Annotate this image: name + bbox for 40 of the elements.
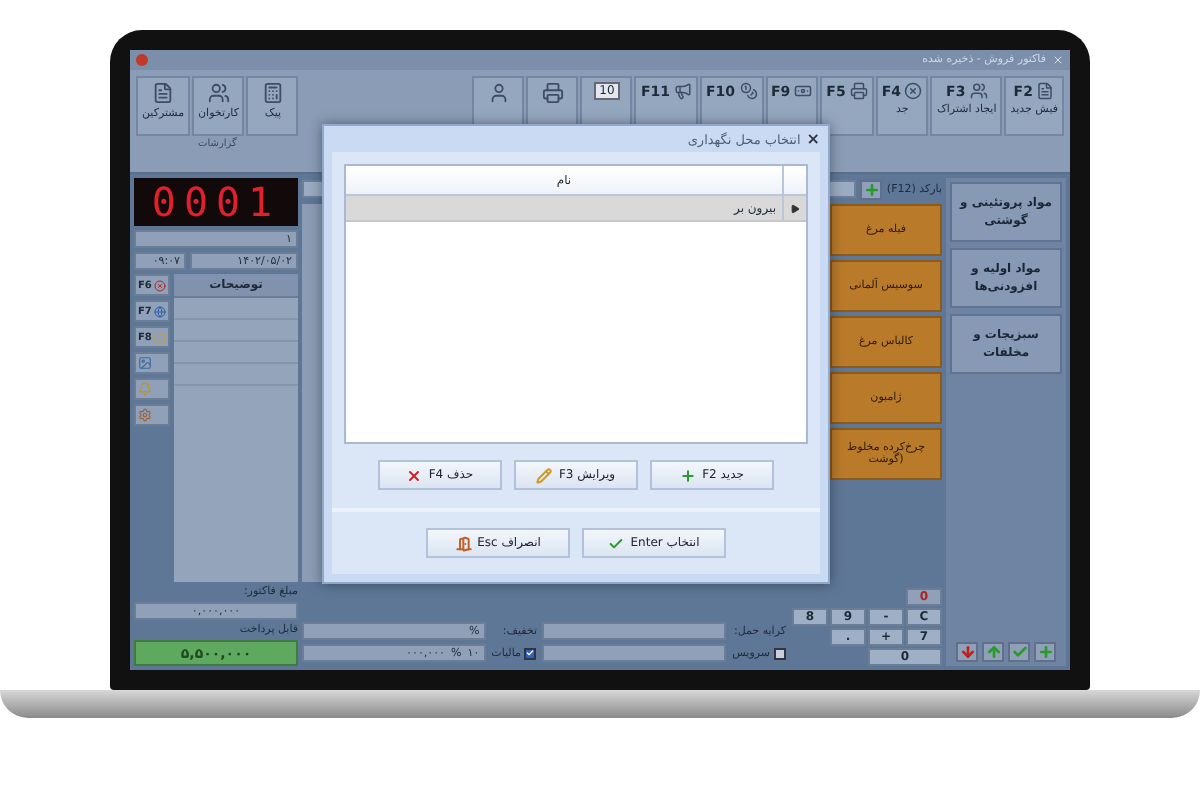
- confirm-button[interactable]: [1008, 642, 1030, 662]
- door-icon: [455, 535, 472, 551]
- service-checkbox[interactable]: [774, 647, 786, 659]
- shipping-field[interactable]: [542, 622, 727, 640]
- toolbar-icon: [541, 82, 564, 104]
- check-icon: [608, 535, 625, 551]
- toolbar-icon: [1036, 82, 1055, 100]
- add-button[interactable]: [860, 179, 883, 199]
- settings-icon: [138, 408, 152, 422]
- delete-icon: [153, 279, 166, 291]
- move-up-button[interactable]: [982, 642, 1004, 662]
- side-button[interactable]: [134, 404, 170, 426]
- toolbar-icon: [673, 82, 692, 100]
- close-icon: [406, 467, 423, 483]
- close-icon[interactable]: [1052, 54, 1064, 66]
- toolbar-icon: [904, 82, 923, 100]
- add-button[interactable]: [1034, 642, 1056, 662]
- toolbar-icon: [207, 82, 230, 104]
- toolbar-icon: [794, 82, 813, 100]
- toolbar-icon: [969, 82, 988, 100]
- toolbar-icon: [739, 82, 757, 100]
- picture-icon: [138, 356, 152, 370]
- globe-icon: [153, 305, 166, 317]
- app-logo-icon: [136, 54, 148, 66]
- toolbar-icon: [487, 82, 510, 104]
- row-pointer-icon: [790, 203, 800, 213]
- service-field[interactable]: [542, 644, 727, 662]
- toolbar-icon: [849, 82, 868, 100]
- folder-icon: [153, 331, 166, 343]
- move-down-button[interactable]: [956, 642, 978, 662]
- side-button[interactable]: [134, 352, 170, 374]
- pencil-icon: [536, 467, 553, 483]
- side-button[interactable]: [134, 378, 170, 400]
- bell-icon: [138, 382, 152, 396]
- toolbar-icon: [261, 82, 284, 104]
- invoice-number-display: 0001: [134, 178, 298, 226]
- plus-icon: [680, 467, 697, 483]
- tax-checkbox[interactable]: [524, 647, 537, 659]
- toolbar-icon: [152, 82, 175, 104]
- close-button[interactable]: ×: [806, 130, 820, 148]
